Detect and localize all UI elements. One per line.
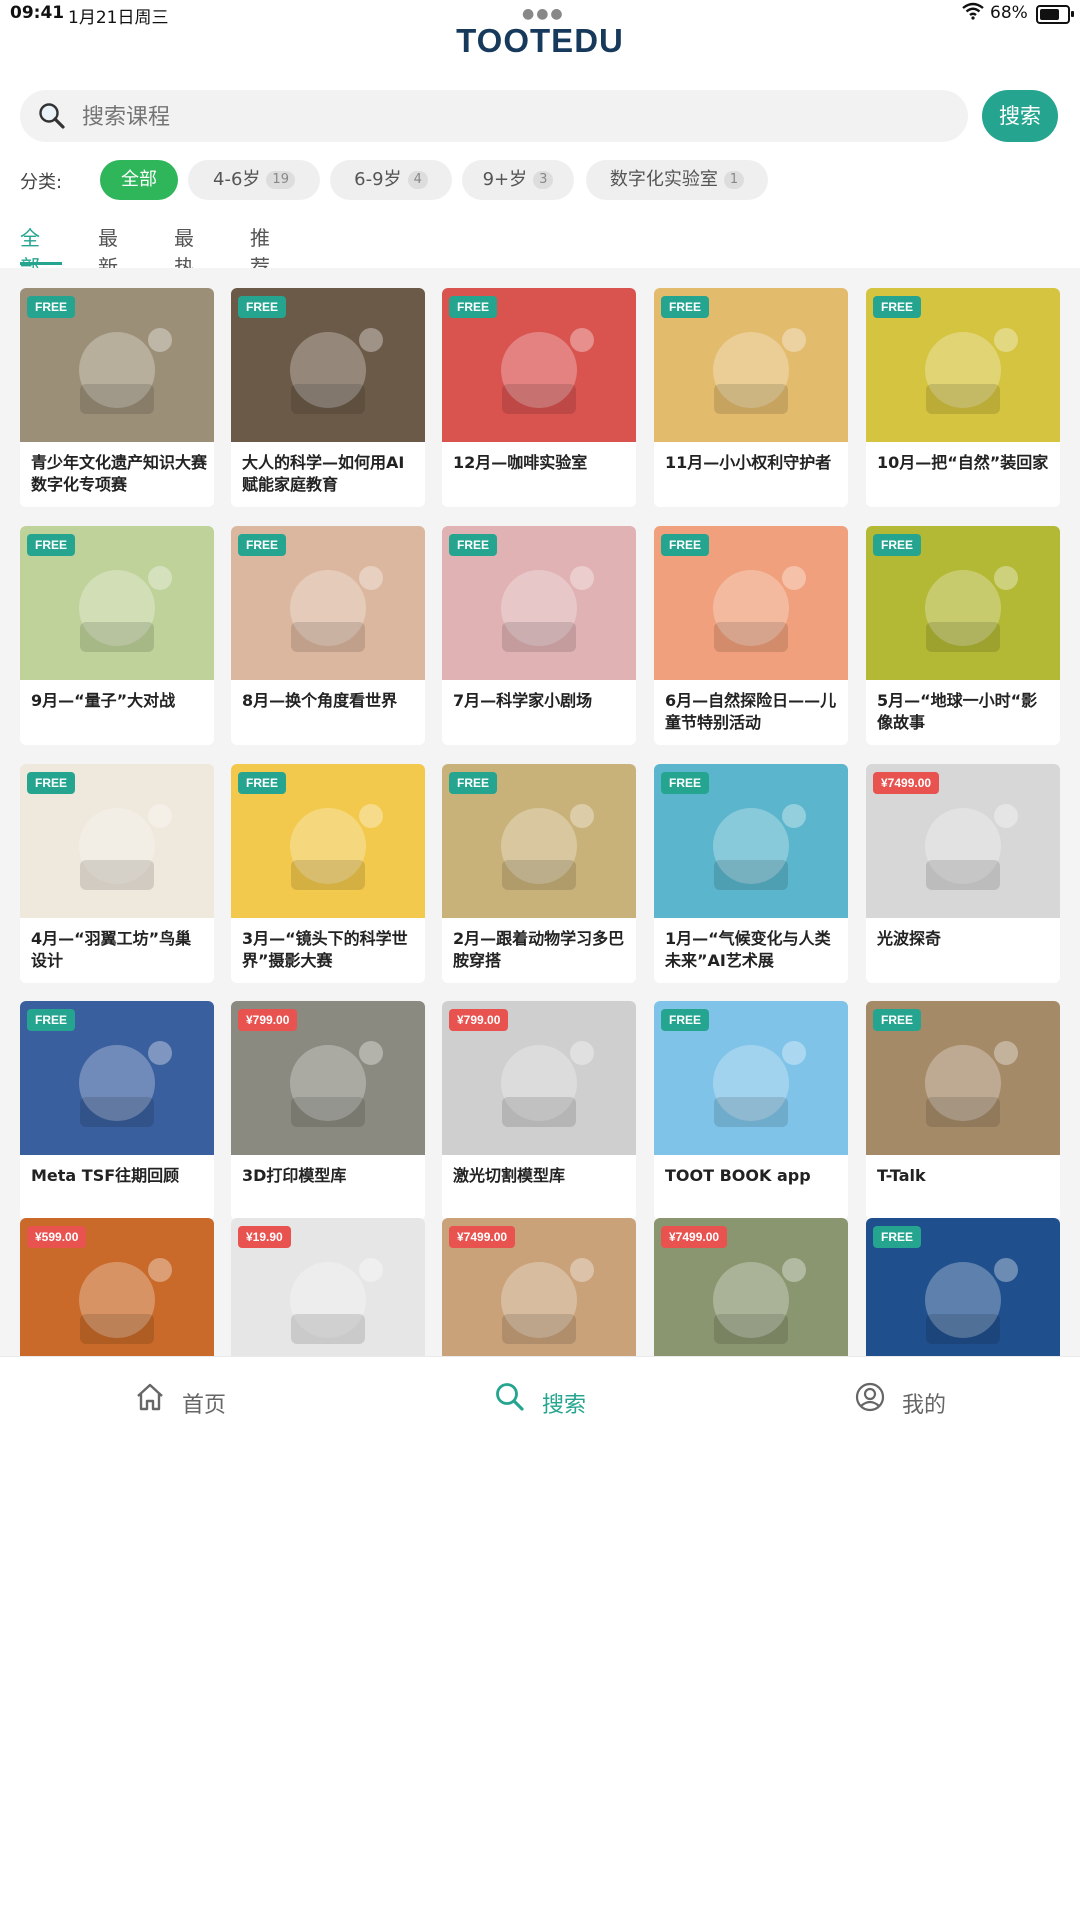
- tab-active-indicator: [20, 262, 62, 265]
- price-badge: ¥19.90: [238, 1226, 291, 1248]
- course-card[interactable]: FREE T-Talk: [866, 1001, 1060, 1220]
- price-badge: ¥7499.00: [449, 1226, 516, 1248]
- course-card[interactable]: ¥799.00 3D打印模型库: [231, 1001, 425, 1220]
- app-title: TOOTEDU: [456, 22, 624, 59]
- course-title: 青少年文化遗产知识大赛数字化专项赛: [31, 453, 208, 494]
- free-badge: FREE: [27, 534, 76, 556]
- course-title: T-Talk: [877, 1166, 926, 1185]
- course-card[interactable]: FREE 1月—“气候变化与人类未来”AI艺术展: [654, 764, 848, 983]
- course-card[interactable]: FREE 9月—“量子”大对战: [20, 526, 214, 745]
- free-badge: FREE: [661, 534, 710, 556]
- free-badge: FREE: [27, 772, 76, 794]
- free-badge: FREE: [238, 296, 287, 318]
- course-card[interactable]: FREE 青少年文化遗产知识大赛数字化专项赛: [20, 288, 214, 507]
- course-title: 6月—自然探险日——儿童节特别活动: [665, 691, 837, 732]
- course-title: TOOT BOOK app: [665, 1166, 811, 1185]
- course-title: 3月—“镜头下的科学世界”摄影大赛: [242, 929, 408, 970]
- course-title: 1月—“气候变化与人类未来”AI艺术展: [665, 929, 831, 970]
- free-badge: FREE: [238, 772, 287, 794]
- category-count: 1: [723, 171, 745, 189]
- search-button[interactable]: 搜索: [982, 90, 1058, 142]
- free-badge: FREE: [27, 1009, 76, 1031]
- search-box[interactable]: [20, 90, 968, 142]
- category-chip-all[interactable]: 全部: [100, 160, 178, 200]
- course-card[interactable]: FREE 7月—科学家小剧场: [442, 526, 636, 745]
- battery-percent: 68%: [990, 3, 1028, 23]
- course-card[interactable]: FREE 3月—“镜头下的科学世界”摄影大赛: [231, 764, 425, 983]
- category-chip-digital-lab[interactable]: 数字化实验室 1: [586, 160, 768, 200]
- bottom-nav: 首页 搜索 我的: [0, 1356, 1080, 1441]
- nav-home-label: 首页: [182, 1393, 227, 1418]
- course-title: 11月—小小权利守护者: [665, 453, 832, 472]
- search-icon: [38, 102, 66, 134]
- course-title: 8月—换个角度看世界: [242, 691, 398, 710]
- free-badge: FREE: [661, 1009, 710, 1031]
- category-label: 分类:: [20, 172, 63, 193]
- course-title: 9月—“量子”大对战: [31, 691, 176, 710]
- nav-search-label: 搜索: [542, 1393, 587, 1418]
- category-count: 19: [266, 171, 295, 189]
- course-title: 4月—“羽翼工坊”鸟巢设计: [31, 929, 192, 970]
- course-card[interactable]: ¥7499.00 光波探奇: [866, 764, 1060, 983]
- course-card[interactable]: ¥19.90: [231, 1218, 425, 1356]
- search-input[interactable]: [80, 98, 944, 136]
- course-grid: FREE 青少年文化遗产知识大赛数字化专项赛 FREE 大人的科学—如何用AI赋能家庭…: [0, 268, 1080, 1356]
- course-title: 大人的科学—如何用AI赋能家庭教育: [242, 453, 405, 494]
- course-card[interactable]: ¥7499.00: [442, 1218, 636, 1356]
- free-badge: FREE: [449, 772, 498, 794]
- course-title: 2月—跟着动物学习多巴胺穿搭: [453, 929, 625, 970]
- category-chip-4-6[interactable]: 4-6岁 19: [188, 160, 320, 200]
- course-card[interactable]: FREE 11月—小小权利守护者: [654, 288, 848, 507]
- status-time: 09:41: [10, 3, 65, 23]
- category-chip-6-9[interactable]: 6-9岁 4: [330, 160, 452, 200]
- course-title: 光波探奇: [877, 929, 942, 948]
- course-title: 10月—把“自然”装回家: [877, 453, 1049, 472]
- course-title: Meta TSF往期回顾: [31, 1166, 180, 1185]
- free-badge: FREE: [238, 534, 287, 556]
- course-title: 3D打印模型库: [242, 1166, 347, 1185]
- price-badge: ¥799.00: [449, 1009, 509, 1031]
- course-card[interactable]: FREE 大人的科学—如何用AI赋能家庭教育: [231, 288, 425, 507]
- course-card[interactable]: FREE Meta TSF往期回顾: [20, 1001, 214, 1220]
- course-card[interactable]: FREE TOOT BOOK app: [654, 1001, 848, 1220]
- free-badge: FREE: [873, 534, 922, 556]
- free-badge: FREE: [27, 296, 76, 318]
- free-badge: FREE: [873, 1009, 922, 1031]
- price-badge: ¥7499.00: [873, 772, 940, 794]
- course-card[interactable]: ¥799.00 激光切割模型库: [442, 1001, 636, 1220]
- price-badge: ¥799.00: [238, 1009, 298, 1031]
- free-badge: FREE: [661, 772, 710, 794]
- course-title: 5月—“地球一小时“影像故事: [877, 691, 1038, 732]
- course-title: 激光切割模型库: [453, 1166, 566, 1185]
- category-count: 4: [407, 171, 428, 189]
- free-badge: FREE: [661, 296, 710, 318]
- course-card[interactable]: FREE 10月—把“自然”装回家: [866, 288, 1060, 507]
- course-card[interactable]: FREE 5月—“地球一小时“影像故事: [866, 526, 1060, 745]
- nav-profile-label: 我的: [902, 1393, 947, 1418]
- course-title: 7月—科学家小剧场: [453, 691, 593, 710]
- course-card[interactable]: FREE 2月—跟着动物学习多巴胺穿搭: [442, 764, 636, 983]
- free-badge: FREE: [873, 296, 922, 318]
- free-badge: FREE: [873, 1226, 922, 1248]
- course-card[interactable]: ¥7499.00: [654, 1218, 848, 1356]
- free-badge: FREE: [449, 296, 498, 318]
- course-card[interactable]: FREE 6月—自然探险日——儿童节特别活动: [654, 526, 848, 745]
- course-card[interactable]: FREE 12月—咖啡实验室: [442, 288, 636, 507]
- category-chip-9plus[interactable]: 9+岁 3: [462, 160, 574, 200]
- multitask-dots[interactable]: ●●●: [522, 6, 565, 22]
- course-title: 12月—咖啡实验室: [453, 453, 588, 472]
- course-card[interactable]: FREE: [866, 1218, 1060, 1356]
- course-card[interactable]: ¥599.00: [20, 1218, 214, 1356]
- price-badge: ¥7499.00: [661, 1226, 728, 1248]
- category-count: 3: [533, 171, 554, 189]
- course-card[interactable]: FREE 8月—换个角度看世界: [231, 526, 425, 745]
- price-badge: ¥599.00: [27, 1226, 87, 1248]
- course-card[interactable]: FREE 4月—“羽翼工坊”鸟巢设计: [20, 764, 214, 983]
- free-badge: FREE: [449, 534, 498, 556]
